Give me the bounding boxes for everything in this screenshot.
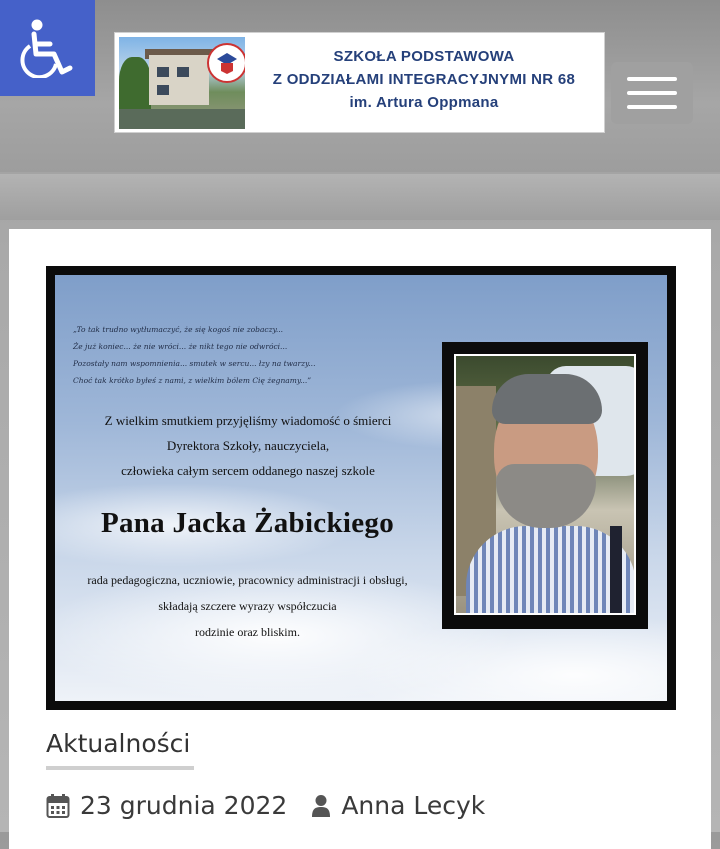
wheelchair-icon bbox=[19, 19, 72, 78]
obituary-notice: „To tak trudno wytłumaczyć, że się kogoś… bbox=[46, 266, 676, 710]
accessibility-button[interactable] bbox=[0, 0, 95, 96]
notice-lead: Z wielkim smutkiem przyjęliśmy wiadomość… bbox=[104, 413, 392, 478]
portrait-frame bbox=[442, 342, 648, 629]
menu-button[interactable] bbox=[611, 62, 693, 124]
hamburger-menu-icon bbox=[627, 77, 677, 81]
content-card: „To tak trudno wytłumaczyć, że się kogoś… bbox=[9, 229, 711, 849]
sky-background: „To tak trudno wytłumaczyć, że się kogoś… bbox=[55, 275, 667, 701]
deceased-name: Pana Jacka Żabickiego bbox=[100, 507, 395, 539]
article-meta: 23 grudnia 2022 Anna Lecyk bbox=[46, 791, 485, 820]
notice-footer: rada pedagogiczna, uczniowie, pracownicy… bbox=[87, 573, 408, 639]
memorial-quote: „To tak trudno wytłumaczyć, że się kogoś… bbox=[73, 325, 316, 385]
post-author[interactable]: Anna Lecyk bbox=[341, 791, 485, 820]
school-name: SZKOŁA PODSTAWOWA Z ODDZIAŁAMI INTEGRACY… bbox=[272, 48, 576, 111]
portrait-photo bbox=[456, 356, 634, 613]
school-logo bbox=[207, 43, 245, 83]
site-header: SZKOŁA PODSTAWOWA Z ODDZIAŁAMI INTEGRACY… bbox=[0, 0, 720, 172]
school-building-photo bbox=[119, 37, 245, 129]
school-banner[interactable]: SZKOŁA PODSTAWOWA Z ODDZIAŁAMI INTEGRACY… bbox=[114, 32, 605, 133]
user-icon bbox=[311, 794, 331, 818]
calendar-icon bbox=[46, 793, 70, 819]
category-title[interactable]: Aktualności bbox=[46, 729, 190, 758]
nav-strip bbox=[0, 174, 720, 220]
category-underline bbox=[46, 766, 194, 770]
post-date[interactable]: 23 grudnia 2022 bbox=[80, 791, 287, 820]
